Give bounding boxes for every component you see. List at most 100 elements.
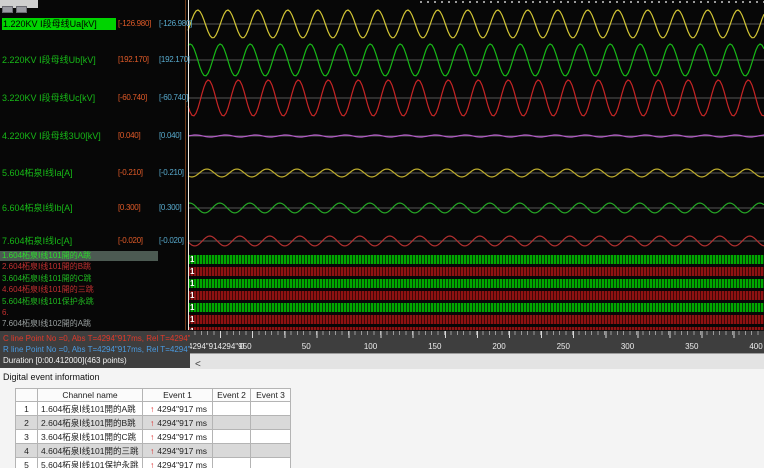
channel-value-ref: [-60.740] xyxy=(159,93,188,102)
cursor-info-overlay: C line Point No =0, Abs T=4294"917ms, Re… xyxy=(0,331,190,368)
axis-tick-label: 400 xyxy=(749,342,763,351)
digital-status-bar: 1 xyxy=(188,303,764,312)
digital-channel-row[interactable]: 7.604柘泉Ⅰ线102開的A跳 xyxy=(2,319,188,329)
table-row[interactable]: 1 1.604柘泉Ⅰ线101開的A跳 ↑ 4294"917 ms xyxy=(15,401,291,416)
table-row[interactable]: 2 2.604柘泉Ⅰ线101開的B跳 ↑ 4294"917 ms xyxy=(15,415,291,430)
channel-value-instant: [-60.740] xyxy=(118,93,147,102)
axis-major-ticks xyxy=(188,331,764,338)
event2-cell xyxy=(212,415,251,430)
event1-time: 4294"917 ms xyxy=(157,431,208,442)
channel-list-panel: 1.220KV Ⅰ段母线Ua[kV] [-126.980] [-126.980] 2.… xyxy=(0,0,192,330)
digital-channel-row[interactable]: 2.604柘泉Ⅰ线101開的B跳 xyxy=(2,262,188,272)
event3-cell xyxy=(250,457,291,468)
row-number-cell: 5 xyxy=(15,457,38,468)
row-number-cell: 4 xyxy=(15,443,38,458)
waveform-display[interactable]: 1111111 xyxy=(157,0,764,330)
event1-cell: ↑ 4294"917 ms xyxy=(142,415,213,430)
column-header xyxy=(15,388,38,402)
toolbar-button-icon[interactable] xyxy=(2,6,13,13)
axis-tick-label: 50 xyxy=(301,342,311,351)
event3-cell xyxy=(250,415,291,430)
channel-name-cell: 5.604柘泉Ⅰ线101保护永跳 xyxy=(37,457,143,468)
horizontal-scrollbar[interactable]: < xyxy=(190,353,764,370)
event2-cell xyxy=(212,443,251,458)
column-header: Event 2 xyxy=(212,388,251,402)
channel-name-cell: 4.604柘泉Ⅰ线101開的三跳 xyxy=(37,443,143,458)
channel-name-cell: 1.604柘泉Ⅰ线101開的A跳 xyxy=(37,401,143,416)
digital-channel-row[interactable]: 3.604柘泉Ⅰ线101開的C跳 xyxy=(2,274,188,284)
digital-state-value: 1 xyxy=(190,267,195,276)
toolbar-button-icon[interactable] xyxy=(16,6,27,13)
channel-label: 5.604柘泉Ⅰ线Ia[A] xyxy=(2,168,73,178)
event1-cell: ↑ 4294"917 ms xyxy=(142,443,213,458)
r-line-info: R line Point No =0, Abs T=4294"917ms, Re… xyxy=(3,345,190,354)
digital-state-value: 1 xyxy=(190,279,195,288)
event2-cell xyxy=(212,429,251,444)
channel-value-instant: [-0.020] xyxy=(118,236,143,245)
column-header: Event 1 xyxy=(142,388,213,402)
digital-state-value: 1 xyxy=(190,303,195,312)
channel-label: 6.604柘泉Ⅰ线Ib[A] xyxy=(2,203,73,213)
channel-value-ref: [-0.210] xyxy=(159,168,184,177)
analog-channel-row[interactable]: 3.220KV Ⅰ段母线Uc[kV] [-60.740] [-60.740] xyxy=(2,92,188,104)
event3-cell xyxy=(250,443,291,458)
duration-info: Duration [0:00.412000](463 points) xyxy=(3,356,127,365)
channel-value-instant: [0.300] xyxy=(118,203,141,212)
analog-channel-row[interactable]: 1.220KV Ⅰ段母线Ua[kV] [-126.980] [-126.980] xyxy=(2,18,192,30)
event3-cell xyxy=(250,401,291,416)
axis-tick-label: 100 xyxy=(363,342,378,351)
table-row[interactable]: 3 3.604柘泉Ⅰ线101開的C跳 ↑ 4294"917 ms xyxy=(15,429,291,444)
analog-channel-row[interactable]: 2.220KV Ⅰ段母线Ub[kV] [192.170] [192.170] xyxy=(2,54,190,66)
digital-channel-row[interactable]: 6. xyxy=(2,308,188,318)
analog-channel-row[interactable]: 6.604柘泉Ⅰ线Ib[A] [0.300] [0.300] xyxy=(2,202,188,214)
digital-status-bar: 1 xyxy=(188,279,764,288)
analog-channel-row[interactable]: 7.604柘泉Ⅰ线Ic[A] [-0.020] [-0.020] xyxy=(2,235,188,247)
toolbar-stub[interactable] xyxy=(0,0,38,13)
digital-event-section: Digital event information Channel name Ev… xyxy=(0,368,764,468)
channel-value-ref: [-0.020] xyxy=(159,236,184,245)
event1-cell: ↑ 4294"917 ms xyxy=(142,457,213,468)
rising-edge-arrow-icon: ↑ xyxy=(150,445,155,456)
row-number-cell: 1 xyxy=(15,401,38,416)
channel-value-ref: [192.170] xyxy=(159,55,190,64)
event1-time: 4294"917 ms xyxy=(157,417,208,428)
channel-value-instant: [-0.210] xyxy=(118,168,143,177)
row-number-cell: 3 xyxy=(15,429,38,444)
event1-time: 4294"917 ms xyxy=(157,445,208,456)
table-row[interactable]: 4 4.604柘泉Ⅰ线101開的三跳 ↑ 4294"917 ms xyxy=(15,443,291,458)
digital-channel-row[interactable]: 4.604柘泉Ⅰ线101開的三跳 xyxy=(2,285,188,295)
axis-tick-label: 150 xyxy=(428,342,442,351)
channel-name-cell: 3.604柘泉Ⅰ线101開的C跳 xyxy=(37,429,143,444)
fault-waveform-viewer: 1111111 1.220KV Ⅰ段母线Ua[kV][-126.980][-12… xyxy=(0,0,764,468)
event3-cell xyxy=(250,429,291,444)
axis-tick-label: 250 xyxy=(556,342,570,351)
axis-tick-label: 0 xyxy=(239,342,245,351)
digital-status-bar: 1 xyxy=(188,315,764,324)
scroll-left-arrow-icon[interactable]: < xyxy=(195,359,201,370)
analog-channel-row[interactable]: 4.220KV Ⅰ段母线3U0[kV] [0.040] [0.040] xyxy=(2,130,188,142)
column-header: Channel name xyxy=(37,388,143,402)
event-table: Channel name Event 1 Event 2 Event 3 1 1.604柘… xyxy=(15,388,291,468)
table-header-row: Channel name Event 1 Event 2 Event 3 xyxy=(15,388,291,402)
event1-time: 4294"917 ms xyxy=(157,459,208,468)
digital-status-bar: 1 xyxy=(188,291,764,300)
digital-channel-row[interactable]: 1.604柘泉Ⅰ线101開的A跳 xyxy=(0,251,158,261)
channel-label: 2.220KV Ⅰ段母线Ub[kV] xyxy=(2,55,96,65)
channel-value-ref: [0.300] xyxy=(159,203,182,212)
digital-state-value: 1 xyxy=(190,315,195,324)
channel-label: 1.220KV Ⅰ段母线Ua[kV] xyxy=(2,18,116,30)
digital-state-value: 1 xyxy=(190,291,195,300)
column-header: Event 3 xyxy=(250,388,291,402)
event1-cell: ↑ 4294"917 ms xyxy=(142,429,213,444)
time-axis: 4294"914294"950 0 50 100 150 200 250 300 350 400 xyxy=(157,330,764,354)
channel-value-instant: [192.170] xyxy=(118,55,149,64)
digital-channel-row[interactable]: 5.604柘泉Ⅰ线101保护永跳 xyxy=(2,297,188,307)
rising-edge-arrow-icon: ↑ xyxy=(150,431,155,442)
channel-value-ref: [0.040] xyxy=(159,131,182,140)
channel-label: 7.604柘泉Ⅰ线Ic[A] xyxy=(2,236,73,246)
table-row[interactable]: 5 5.604柘泉Ⅰ线101保护永跳 ↑ 4294"917 ms xyxy=(15,457,291,468)
channel-value-ref: [-126.980] xyxy=(159,19,193,28)
section-title: Digital event information xyxy=(3,372,100,382)
analog-channel-row[interactable]: 5.604柘泉Ⅰ线Ia[A] [-0.210] [-0.210] xyxy=(2,167,188,179)
waveform-window: 1111111 1.220KV Ⅰ段母线Ua[kV][-126.980][-12… xyxy=(0,0,764,368)
